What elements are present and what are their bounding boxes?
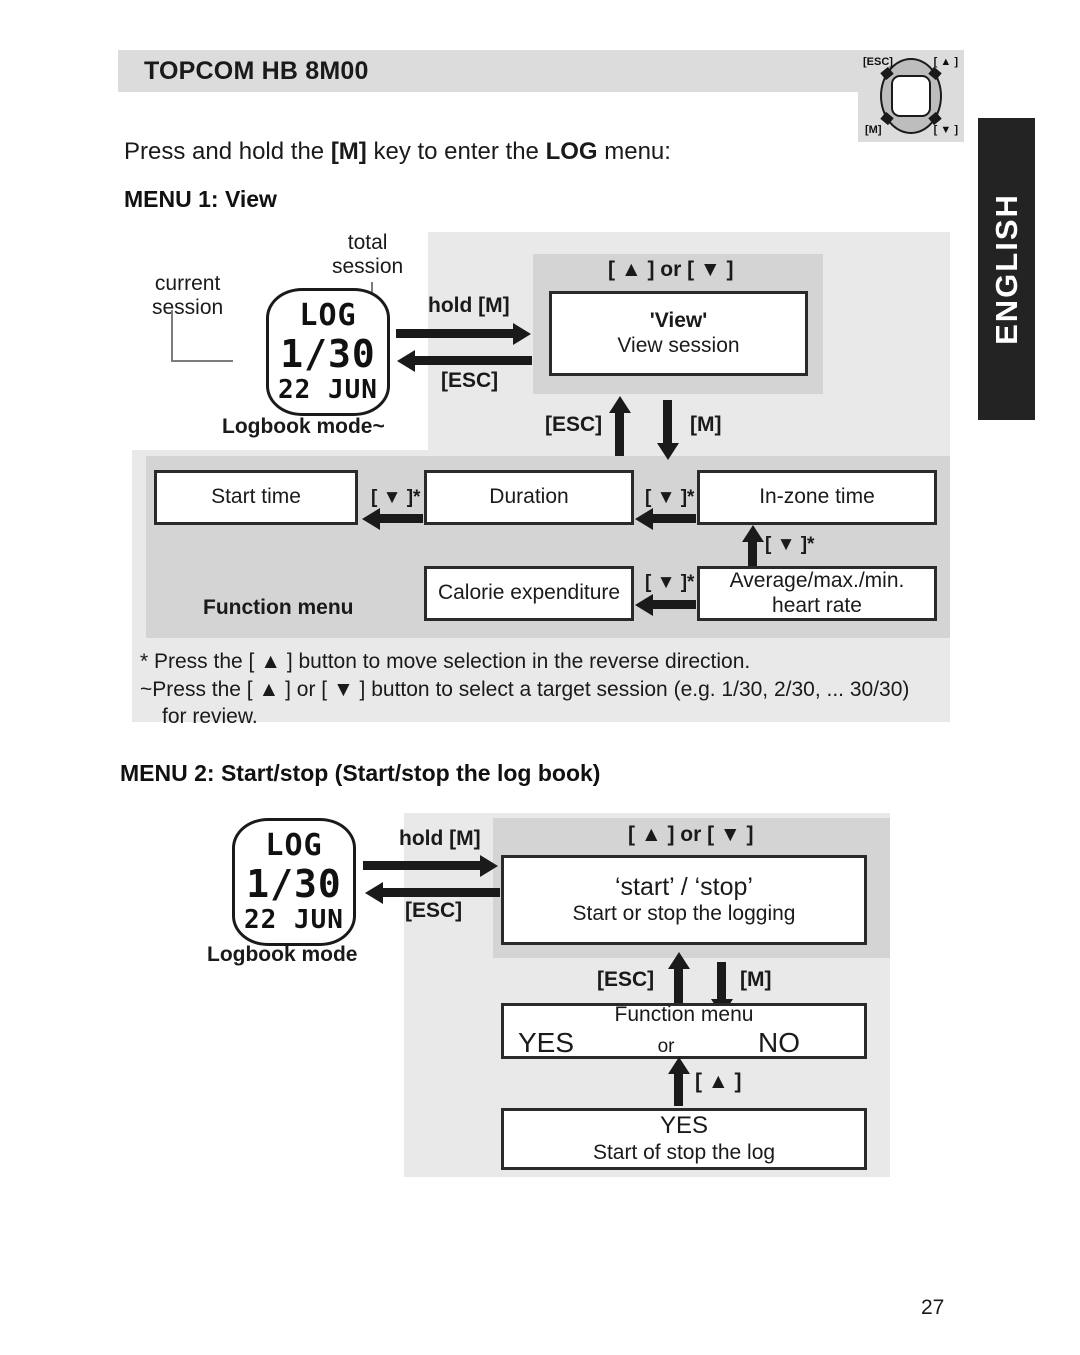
callout-current-session: current session — [152, 272, 223, 319]
menu2-lcd-display: LOG 1/30 22 JUN — [232, 818, 356, 946]
menu2-no-option[interactable]: NO — [758, 1027, 800, 1059]
leader-current-horizontal — [171, 360, 233, 362]
page-header-bar: TOPCOM HB 8M00 — [118, 50, 862, 92]
menu1-step-duration-to-start-label: [ ▼ ]* — [371, 487, 421, 508]
menu1-arrow-to-view — [396, 329, 514, 338]
menu2-esc-label: [ESC] — [405, 899, 463, 922]
callout-current-session-line2: session — [152, 295, 224, 319]
menu1-arrow-hr-to-calorie — [652, 600, 696, 609]
menu1-step-hr-to-inzone-label: [ ▼ ]* — [765, 534, 815, 555]
menu2-m-down-label: [M] — [740, 968, 772, 991]
menu1-box-calorie: Calorie expenditure — [424, 566, 634, 621]
menu2-startstop-box: ‘start’ / ‘stop’ Start or stop the loggi… — [501, 855, 867, 945]
menu1-footnote-line2: ~Press the [ ▲ ] or [ ▼ ] button to sele… — [140, 677, 910, 701]
menu1-arrow-hr-to-inzone — [748, 541, 757, 566]
intro-text-middle: key to enter the — [366, 138, 546, 165]
menu1-box-duration: Duration — [424, 470, 634, 525]
menu1-box-duration-label: Duration — [489, 485, 569, 509]
menu1-esc-label: [ESC] — [441, 369, 499, 392]
menu1-step-hr-to-calorie-label: [ ▼ ]* — [645, 572, 695, 593]
intro-text-after: menu: — [597, 138, 671, 165]
menu1-lcd-line2: 1/30 — [280, 332, 376, 376]
legend-esc-label: [ESC] — [863, 56, 893, 68]
menu1-box-start-time-label: Start time — [211, 485, 301, 509]
language-tab-english: ENGLISH — [978, 118, 1035, 420]
menu1-footnote-line3: for review. — [162, 705, 258, 729]
menu1-lcd-display: LOG 1/30 22 JUN — [266, 288, 390, 416]
menu1-box-heart-rate: Average/max./min. heart rate — [697, 566, 937, 621]
intro-key-m: [M] — [330, 138, 367, 165]
menu1-box-calorie-label: Calorie expenditure — [437, 581, 621, 605]
legend-up-label: [ ▲ ] — [933, 56, 958, 68]
callout-total-session-line2: session — [332, 254, 404, 278]
watch-screen-shape — [891, 75, 931, 117]
intro-sentence: Press and hold the [M] key to enter the … — [124, 138, 671, 166]
menu2-lcd-caption: Logbook mode — [207, 943, 358, 966]
legend-down-label: [ ▼ ] — [933, 124, 958, 136]
menu2-or-label: or — [657, 1036, 675, 1058]
menu2-arrow-up-to-yesno — [674, 1073, 683, 1106]
menu1-view-box-subtitle: View session — [617, 333, 740, 357]
menu2-arrow-up-esc — [674, 968, 683, 1006]
legend-m-label: [M] — [865, 124, 882, 136]
menu2-yes-box-title: YES — [659, 1112, 709, 1140]
menu2-up-label2: [ ▲ ] — [695, 1070, 742, 1093]
menu2-lcd-line2: 1/30 — [246, 862, 342, 906]
menu1-hold-m-label: hold [M] — [428, 294, 510, 317]
menu1-view-box: 'View' View session — [549, 291, 808, 376]
menu1-updown-label: [ ▲ ] or [ ▼ ] — [608, 258, 734, 281]
menu1-view-box-title: 'View' — [649, 308, 708, 332]
menu1-arrow-duration-to-start — [379, 514, 423, 523]
menu2-yesno-title: Function menu — [614, 1002, 754, 1026]
menu1-lcd-line3: 22 JUN — [278, 375, 378, 405]
page-number: 27 — [921, 1296, 945, 1319]
menu2-updown-label: [ ▲ ] or [ ▼ ] — [628, 823, 754, 846]
menu1-box-heart-rate-label2: heart rate — [772, 593, 862, 617]
menu1-esc-up-label: [ESC] — [545, 413, 603, 436]
menu2-yes-box: YES Start of stop the log — [501, 1108, 867, 1170]
menu2-heading: MENU 2: Start/stop (Start/stop the log b… — [120, 760, 601, 786]
callout-total-session: total session — [332, 231, 403, 278]
menu1-arrow-down-m — [663, 400, 672, 444]
watch-button-legend-icon: [ESC] [ ▲ ] [M] [ ▼ ] — [858, 50, 964, 142]
intro-text-before: Press and hold the — [124, 138, 331, 165]
menu1-footnotes: * Press the [ ▲ ] button to move selecti… — [140, 648, 950, 731]
menu2-startstop-subtitle: Start or stop the logging — [572, 902, 796, 926]
menu2-startstop-title: ‘start’ / ‘stop’ — [614, 872, 753, 901]
menu1-footnote-line1: * Press the [ ▲ ] button to move selecti… — [140, 650, 751, 673]
page-title: TOPCOM HB 8M00 — [144, 56, 369, 85]
menu2-arrow-to-startstop — [363, 861, 481, 870]
menu2-arrow-from-startstop — [382, 888, 500, 897]
menu1-lcd-caption: Logbook mode~ — [222, 415, 385, 438]
menu2-hold-m-label: hold [M] — [399, 827, 481, 850]
menu2-lcd-line1: LOG — [265, 828, 323, 863]
menu2-lcd-line3: 22 JUN — [244, 905, 344, 935]
intro-key-log: LOG — [545, 138, 598, 165]
menu2-esc-up-label: [ESC] — [597, 968, 655, 991]
callout-current-session-line1: current — [154, 272, 221, 295]
menu1-box-inzone-time: In-zone time — [697, 470, 937, 525]
menu1-arrow-inzone-to-duration — [652, 514, 696, 523]
language-tab-label: ENGLISH — [988, 193, 1024, 345]
menu2-yes-box-subtitle: Start of stop the log — [592, 1140, 776, 1164]
menu1-box-start-time: Start time — [154, 470, 358, 525]
menu2-yes-option[interactable]: YES — [518, 1027, 574, 1059]
menu1-arrow-from-view — [414, 356, 532, 365]
menu2-arrow-down-m — [717, 962, 726, 1000]
menu1-lcd-line1: LOG — [299, 298, 357, 333]
menu1-m-down-label: [M] — [690, 413, 722, 436]
menu1-box-heart-rate-label: Average/max./min. — [729, 568, 905, 592]
menu1-step-inzone-to-duration-label: [ ▼ ]* — [645, 487, 695, 508]
menu1-arrow-up-esc — [615, 412, 624, 456]
leader-current-vertical — [171, 310, 173, 362]
callout-total-session-line1: total — [347, 231, 388, 254]
menu1-function-menu-label: Function menu — [203, 596, 354, 619]
menu2-yesno-box: Function menu YES or NO — [501, 1003, 867, 1059]
manual-page: TOPCOM HB 8M00 [ESC] [ ▲ ] [M] [ ▼ ] ENG… — [0, 0, 1080, 1355]
menu1-box-inzone-time-label: In-zone time — [759, 485, 875, 509]
menu1-heading: MENU 1: View — [124, 186, 277, 212]
